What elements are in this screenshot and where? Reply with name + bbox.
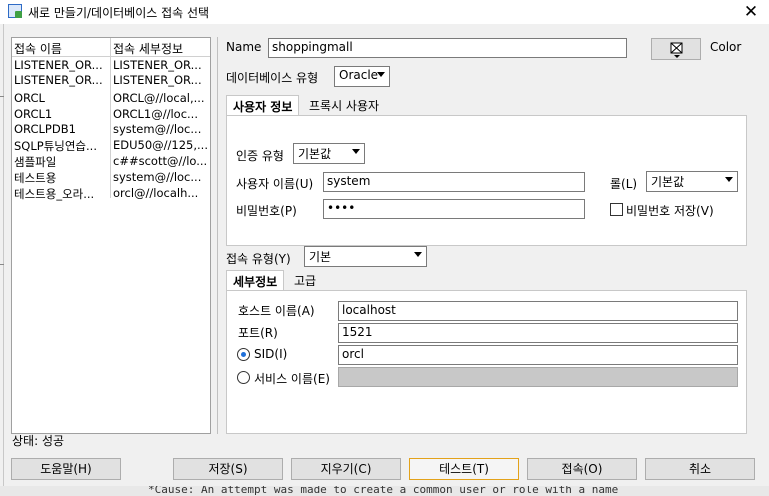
connection-detail: ORCL1@//loc...: [113, 107, 198, 121]
connection-name: 샘플파일: [14, 155, 57, 169]
db-type-value: Oracle: [339, 68, 379, 82]
role-label: 롤(L): [610, 177, 638, 191]
chevron-down-icon: [414, 252, 422, 257]
sid-label: SID(I): [254, 347, 288, 361]
conn-type-label: 접속 유형(Y): [226, 252, 291, 266]
list-item[interactable]: LISTENER_OR... LISTENER_OR...: [12, 58, 210, 72]
list-item[interactable]: LISTENER_OR... LISTENER_OR...: [12, 73, 210, 87]
save-password-checkbox[interactable]: [610, 203, 623, 216]
list-item[interactable]: 샘플파일 c##scott@//lo...: [12, 154, 210, 169]
connection-name: ORCL: [14, 91, 45, 105]
cancel-button[interactable]: 취소: [645, 458, 755, 480]
tab-advanced[interactable]: 고급: [288, 270, 322, 290]
list-item[interactable]: ORCL ORCL@//local,...: [12, 91, 210, 105]
username-input[interactable]: system: [323, 172, 585, 192]
password-input[interactable]: ••••: [323, 199, 585, 219]
sid-radio[interactable]: [237, 348, 250, 361]
status-text: 상태: 성공: [12, 434, 65, 448]
list-item[interactable]: 테스트용 system@//loc...: [12, 170, 210, 185]
save-password-label: 비밀번호 저장(V): [626, 204, 714, 218]
username-label: 사용자 이름(U): [236, 177, 314, 191]
left-rail: [0, 24, 4, 494]
host-input[interactable]: localhost: [338, 301, 738, 321]
port-label: 포트(R): [238, 326, 278, 340]
db-type-label: 데이터베이스 유형: [226, 71, 319, 85]
help-button[interactable]: 도움말(H): [11, 458, 121, 480]
chevron-down-icon: [352, 149, 360, 154]
color-label: Color: [710, 40, 742, 54]
close-icon[interactable]: ✕: [741, 2, 761, 22]
name-label: Name: [226, 40, 262, 54]
tab-proxy-user[interactable]: 프록시 사용자: [303, 95, 385, 115]
save-button[interactable]: 저장(S): [173, 458, 283, 480]
pane-splitter[interactable]: [217, 37, 218, 434]
host-label: 호스트 이름(A): [238, 304, 315, 318]
color-button[interactable]: [651, 38, 701, 60]
connection-detail: c##scott@//lo...: [113, 154, 208, 168]
db-type-select[interactable]: Oracle: [334, 66, 390, 87]
port-input[interactable]: 1521: [338, 323, 738, 343]
role-value: 기본값: [651, 175, 685, 189]
rail-tick: [0, 96, 4, 97]
list-item[interactable]: SQLP튜닝연습... EDU50@//125,...: [12, 138, 210, 153]
connection-list[interactable]: 접속 이름 접속 세부정보 LISTENER_OR... LISTENER_OR.…: [11, 37, 211, 434]
connection-name: LISTENER_OR...: [14, 58, 103, 72]
background-editor-text: *Cause: An attempt was made to create a …: [148, 486, 619, 496]
connection-detail: LISTENER_OR...: [113, 58, 202, 72]
role-select[interactable]: 기본값: [646, 171, 738, 192]
clear-button[interactable]: 지우기(C): [291, 458, 401, 480]
name-input[interactable]: shoppingmall: [268, 38, 627, 58]
connection-detail: LISTENER_OR...: [113, 73, 202, 87]
connection-name: 테스트용_오라...: [14, 187, 95, 201]
rail-tick: [0, 264, 4, 265]
connection-name: SQLP튜닝연습...: [14, 139, 97, 153]
column-header-name[interactable]: 접속 이름: [14, 40, 62, 57]
connection-detail: ORCL@//local,...: [113, 91, 205, 105]
list-item[interactable]: ORCL1 ORCL1@//loc...: [12, 107, 210, 121]
window-title: 새로 만들기/데이터베이스 접속 선택: [28, 6, 210, 20]
title-bar: 새로 만들기/데이터베이스 접속 선택 ✕: [0, 0, 769, 24]
column-header-detail[interactable]: 접속 세부정보: [113, 40, 183, 57]
auth-type-label: 인증 유형: [236, 149, 284, 163]
conn-type-select[interactable]: 기본: [304, 246, 427, 267]
password-label: 비밀번호(P): [236, 204, 297, 218]
tab-details[interactable]: 세부정보: [226, 270, 285, 290]
connection-name: 테스트용: [14, 171, 57, 185]
chevron-down-icon: [725, 177, 733, 182]
app-icon: [8, 4, 22, 18]
connection-name: ORCL1: [14, 107, 53, 121]
connection-name: LISTENER_OR...: [14, 73, 103, 87]
conn-type-value: 기본: [309, 250, 332, 264]
color-swatch-icon: [670, 42, 683, 58]
background-editor-strip: *Cause: An attempt was made to create a …: [0, 486, 769, 496]
test-button[interactable]: 테스트(T): [409, 458, 519, 480]
auth-type-select[interactable]: 기본값: [293, 143, 365, 164]
connection-detail: orcl@//localh...: [113, 186, 199, 200]
service-name-input[interactable]: [338, 367, 738, 387]
connection-name: ORCLPDB1: [14, 122, 76, 136]
chevron-down-icon: [377, 72, 385, 77]
connection-detail: EDU50@//125,...: [113, 138, 208, 152]
connection-list-header: 접속 이름 접속 세부정보: [12, 38, 210, 57]
tab-user-info[interactable]: 사용자 정보: [226, 95, 300, 115]
service-name-radio[interactable]: [237, 371, 250, 384]
connection-detail: system@//loc...: [113, 170, 202, 184]
sid-input[interactable]: orcl: [338, 345, 738, 365]
service-name-label: 서비스 이름(E): [254, 372, 330, 386]
connect-button[interactable]: 접속(O): [527, 458, 637, 480]
connection-detail: system@//loc...: [113, 122, 202, 136]
list-item[interactable]: ORCLPDB1 system@//loc...: [12, 122, 210, 136]
auth-type-value: 기본값: [298, 147, 332, 161]
list-item[interactable]: 테스트용_오라... orcl@//localh...: [12, 186, 210, 201]
